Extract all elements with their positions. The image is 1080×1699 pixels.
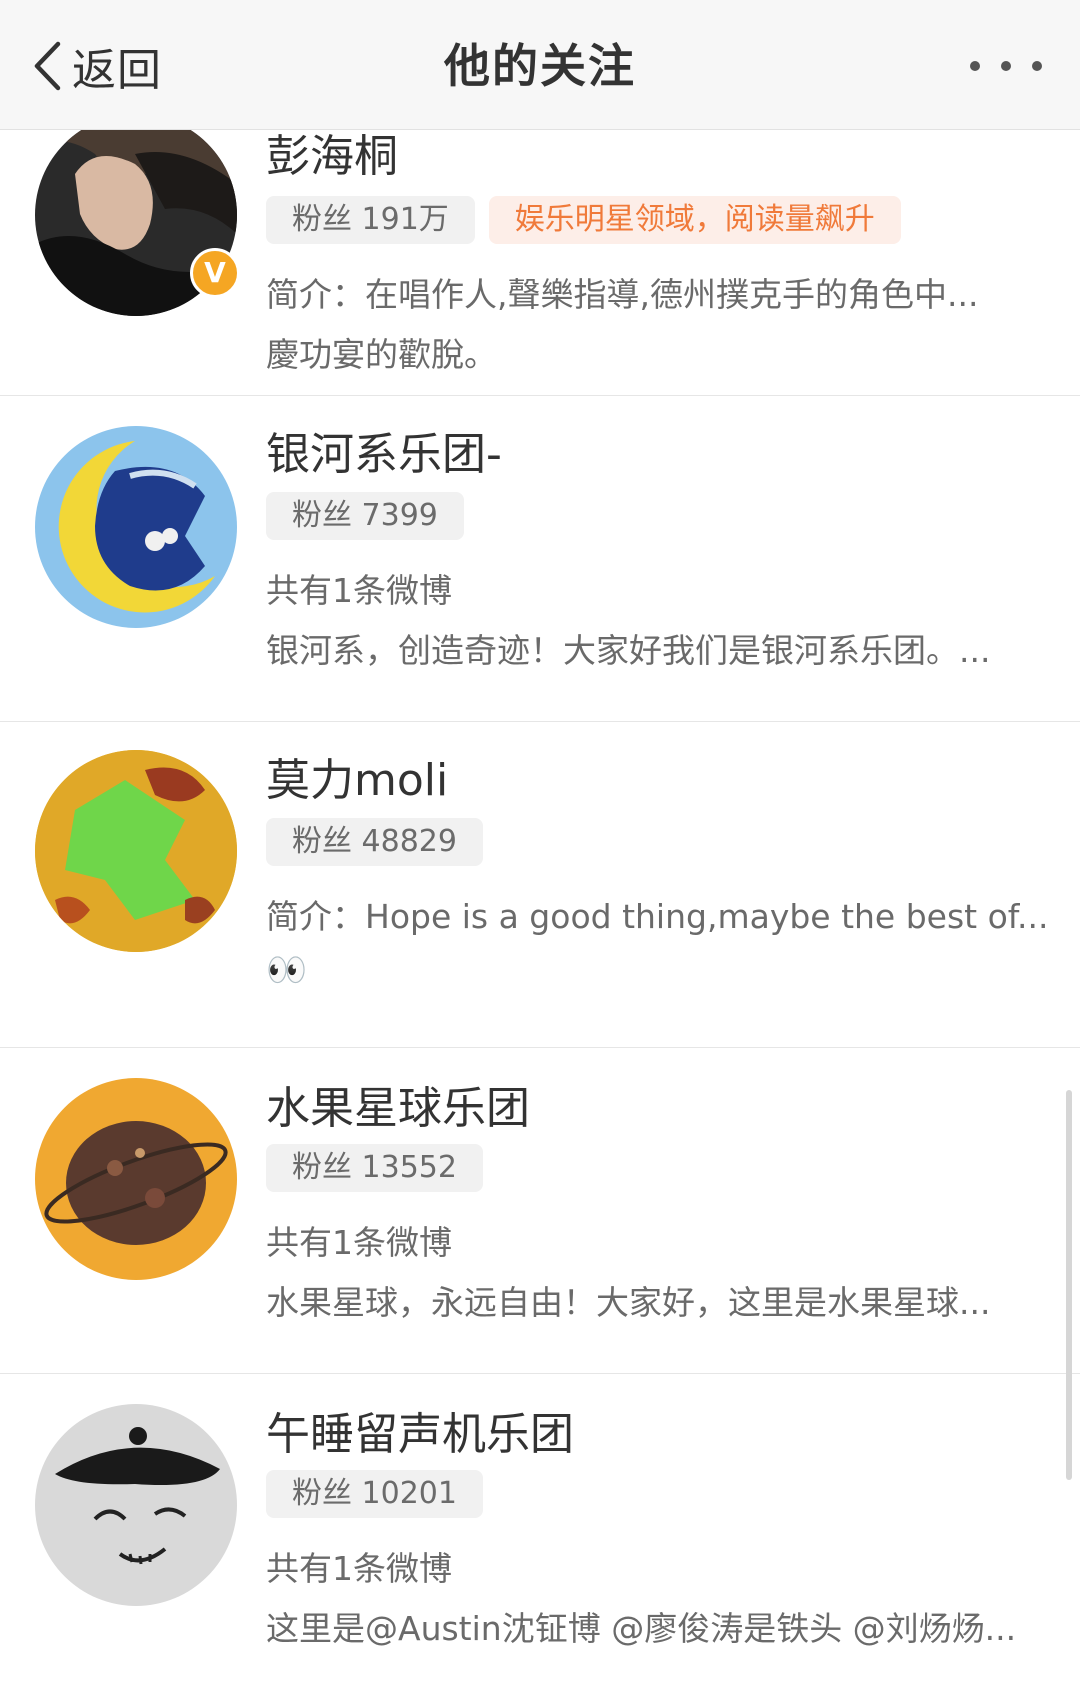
user-name: 午睡留声机乐团 — [266, 1409, 574, 1460]
avatar[interactable] — [35, 1404, 237, 1606]
list-item[interactable]: 午睡留声机乐团 粉丝 10201 共有1条微博 这里是@Austin沈钲博 @廖… — [0, 1374, 1080, 1699]
user-name: 莫力moli — [266, 755, 449, 806]
user-name: 水果星球乐团 — [266, 1083, 530, 1134]
list-item[interactable]: 莫力moli 粉丝 48829 简介：Hope is a good thing,… — [0, 722, 1080, 1048]
fans-count: 粉丝 191万 — [266, 196, 475, 244]
nav-bar: 返回 他的关注 — [0, 0, 1080, 130]
tag-row: 粉丝 13552 — [266, 1144, 483, 1192]
list-item[interactable]: V 彭海桐 粉丝 191万 娱乐明星领域，阅读量飙升 简介：在唱作人,聲樂指導,… — [0, 100, 1080, 396]
tag-row: 粉丝 191万 娱乐明星领域，阅读量飙升 — [266, 196, 901, 244]
fans-count: 粉丝 7399 — [266, 492, 464, 540]
user-bio: 简介：在唱作人,聲樂指導,德州撲克手的角色中... — [266, 275, 979, 314]
tag-row: 粉丝 48829 — [266, 818, 483, 866]
user-bio: 银河系，创造奇迹！大家好我们是银河系乐团。... — [266, 631, 991, 670]
scrollbar[interactable] — [1066, 1090, 1072, 1480]
user-bio-continued: 慶功宴的歡脫。 — [266, 335, 497, 374]
avatar[interactable] — [35, 750, 237, 952]
user-bio-continued: 👀 — [266, 950, 308, 989]
page-title: 他的关注 — [444, 39, 636, 93]
user-bio: 简介：Hope is a good thing,maybe the best o… — [266, 897, 1046, 936]
weibo-count: 共有1条微博 — [266, 571, 452, 610]
weibo-count: 共有1条微博 — [266, 1223, 452, 1262]
tag-row: 粉丝 10201 — [266, 1470, 483, 1518]
user-name: 银河系乐团- — [266, 429, 502, 480]
fans-count: 粉丝 10201 — [266, 1470, 483, 1518]
more-dots-icon[interactable] — [970, 48, 1042, 84]
verified-badge-icon: V — [190, 248, 240, 298]
avatar[interactable] — [35, 426, 237, 628]
fans-count: 粉丝 48829 — [266, 818, 483, 866]
weibo-count: 共有1条微博 — [266, 1549, 452, 1588]
user-bio: 这里是@Austin沈钲博 @廖俊涛是铁头 @刘炀炀... — [266, 1609, 1017, 1648]
tag-row: 粉丝 7399 — [266, 492, 464, 540]
list-item[interactable]: 水果星球乐团 粉丝 13552 共有1条微博 水果星球，永远自由！大家好，这里是… — [0, 1048, 1080, 1374]
list-item[interactable]: 银河系乐团- 粉丝 7399 共有1条微博 银河系，创造奇迹！大家好我们是银河系… — [0, 396, 1080, 722]
fans-count: 粉丝 13552 — [266, 1144, 483, 1192]
trend-badge: 娱乐明星领域，阅读量飙升 — [488, 196, 901, 244]
user-bio: 水果星球，永远自由！大家好，这里是水果星球... — [266, 1283, 991, 1322]
avatar[interactable] — [35, 1078, 237, 1280]
